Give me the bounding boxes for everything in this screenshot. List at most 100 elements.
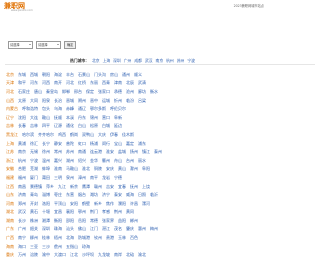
city-link[interactable]: 平顶山 [54, 201, 66, 206]
city-link[interactable]: 莆田 [42, 175, 50, 180]
city-link[interactable]: 万州 [18, 252, 26, 257]
city-link[interactable]: 东城 [18, 72, 26, 77]
city-link[interactable]: 白山 [78, 123, 86, 128]
city-link[interactable]: 鞍山 [42, 115, 50, 120]
city-link[interactable]: 梅州 [150, 226, 158, 231]
city-link[interactable]: 张家口 [98, 89, 110, 94]
city-link[interactable]: 淮北 [82, 166, 90, 171]
city-link[interactable]: 石景山 [78, 72, 90, 77]
city-link[interactable]: 鄂尔多斯 [90, 106, 106, 111]
city-link[interactable]: 滁州 [130, 166, 138, 171]
city-link[interactable]: 长沙 [18, 218, 26, 223]
city-link[interactable]: 河西 [42, 80, 50, 85]
province-label[interactable]: 广西 [6, 235, 14, 240]
city-link[interactable]: 温州 [42, 158, 50, 163]
city-link[interactable]: 焦作 [106, 201, 114, 206]
province-label[interactable]: 福建 [6, 175, 14, 180]
city-link[interactable]: 抚顺 [54, 115, 62, 120]
city-link[interactable]: 伊春 [110, 132, 118, 137]
city-link[interactable]: 哈尔滨 [22, 132, 34, 137]
city-link[interactable]: 合肥 [18, 166, 26, 171]
city-link[interactable]: 晋中 [90, 98, 98, 103]
city-link[interactable]: 齐齐哈尔 [38, 132, 54, 137]
city-link[interactable]: 淮南 [54, 166, 62, 171]
city-link[interactable]: 临沂 [150, 192, 158, 197]
province-select[interactable]: 请选择 [8, 40, 33, 49]
city-link[interactable]: 苏州 [66, 149, 74, 154]
city-link[interactable]: 东营 [66, 192, 74, 197]
city-link[interactable]: 张家界 [102, 218, 114, 223]
city-link[interactable]: 三亚 [30, 244, 38, 249]
city-link[interactable]: 鹤岗 [70, 132, 78, 137]
city-link[interactable]: 泰州 [154, 149, 162, 154]
city-link[interactable]: 通州 [122, 72, 130, 77]
city-link[interactable]: 铜陵 [94, 166, 102, 171]
city-link[interactable]: 包头 [42, 106, 50, 111]
city-link[interactable]: 通化 [66, 123, 74, 128]
city-link[interactable]: 湛江 [102, 226, 110, 231]
province-label[interactable]: 黑龙江 [6, 132, 18, 137]
city-link[interactable]: 濮阳 [118, 201, 126, 206]
city-link[interactable]: 闵行 [102, 141, 110, 146]
city-link[interactable]: 三明 [54, 175, 62, 180]
city-link[interactable]: 岳阳 [78, 218, 86, 223]
city-link[interactable]: 西城 [30, 72, 38, 77]
city-link[interactable]: 嘉兴 [54, 158, 62, 163]
city-link[interactable]: 孝感 [102, 209, 110, 214]
city-link[interactable]: 防城港 [78, 235, 90, 240]
city-link[interactable]: 临汾 [126, 98, 134, 103]
province-label[interactable]: 河南 [6, 201, 14, 206]
city-link[interactable]: 吉安 [106, 184, 114, 189]
city-link[interactable]: 宜春 [118, 184, 126, 189]
city-link[interactable]: 徐汇 [30, 141, 38, 146]
province-label[interactable]: 安徽 [6, 166, 14, 171]
city-link[interactable]: 石家庄 [18, 89, 30, 94]
province-label[interactable]: 重庆 [6, 252, 14, 257]
city-link[interactable]: 南平 [90, 175, 98, 180]
city-link[interactable]: 北辰 [126, 80, 134, 85]
city-link[interactable]: 大渡口 [54, 252, 66, 257]
city-link[interactable]: 保定 [86, 89, 94, 94]
city-link[interactable]: 潍坊 [90, 192, 98, 197]
city-link[interactable]: 宁德 [114, 175, 122, 180]
hot-city-link[interactable]: 北京 [92, 58, 100, 63]
city-link[interactable]: 珠海 [54, 226, 62, 231]
city-link[interactable]: 阜阳 [142, 166, 150, 171]
city-link[interactable]: 安阳 [70, 201, 78, 206]
province-label[interactable]: 广东 [6, 226, 14, 231]
city-link[interactable]: 常德 [90, 218, 98, 223]
city-link[interactable]: 湘潭 [42, 218, 50, 223]
city-link[interactable]: 鸡西 [58, 132, 66, 137]
city-link[interactable]: 襄阳 [66, 209, 74, 214]
city-link[interactable]: 北碚 [126, 252, 134, 257]
city-link[interactable]: 丹东 [78, 115, 86, 120]
city-link[interactable]: 漳州 [78, 175, 86, 180]
city-link[interactable]: 漯河 [142, 201, 150, 206]
city-link[interactable]: 长宁 [42, 141, 50, 146]
city-link[interactable]: 宝山 [114, 141, 122, 146]
city-link[interactable]: 承德 [114, 89, 122, 94]
city-link[interactable]: 渝中 [42, 252, 50, 257]
city-link[interactable]: 阜新 [114, 115, 122, 120]
province-label[interactable]: 湖南 [6, 218, 14, 223]
city-link[interactable]: 盐城 [118, 149, 126, 154]
city-link[interactable]: 许昌 [130, 201, 138, 206]
city-link[interactable]: 玉林 [118, 235, 126, 240]
city-link[interactable]: 绍兴 [78, 158, 86, 163]
hot-city-link[interactable]: 武汉 [145, 58, 153, 63]
city-link[interactable]: 江门 [90, 226, 98, 231]
city-link[interactable]: 扬州 [130, 149, 138, 154]
province-label[interactable]: 河北 [6, 89, 14, 94]
city-link[interactable]: 萍乡 [46, 184, 54, 189]
city-link[interactable]: 南宁 [18, 235, 26, 240]
city-link[interactable]: 江北 [70, 252, 78, 257]
city-link[interactable]: 衡水 [150, 89, 158, 94]
city-link[interactable]: 郑州 [18, 201, 26, 206]
city-link[interactable]: 静安 [54, 141, 62, 146]
city-link[interactable]: 梧州 [54, 235, 62, 240]
city-link[interactable]: 佛山 [78, 226, 86, 231]
city-link[interactable]: 鹤壁 [82, 201, 90, 206]
city-link[interactable]: 海口 [18, 244, 26, 249]
city-link[interactable]: 沙坪坝 [82, 252, 94, 257]
city-link[interactable]: 儋州 [54, 244, 62, 249]
